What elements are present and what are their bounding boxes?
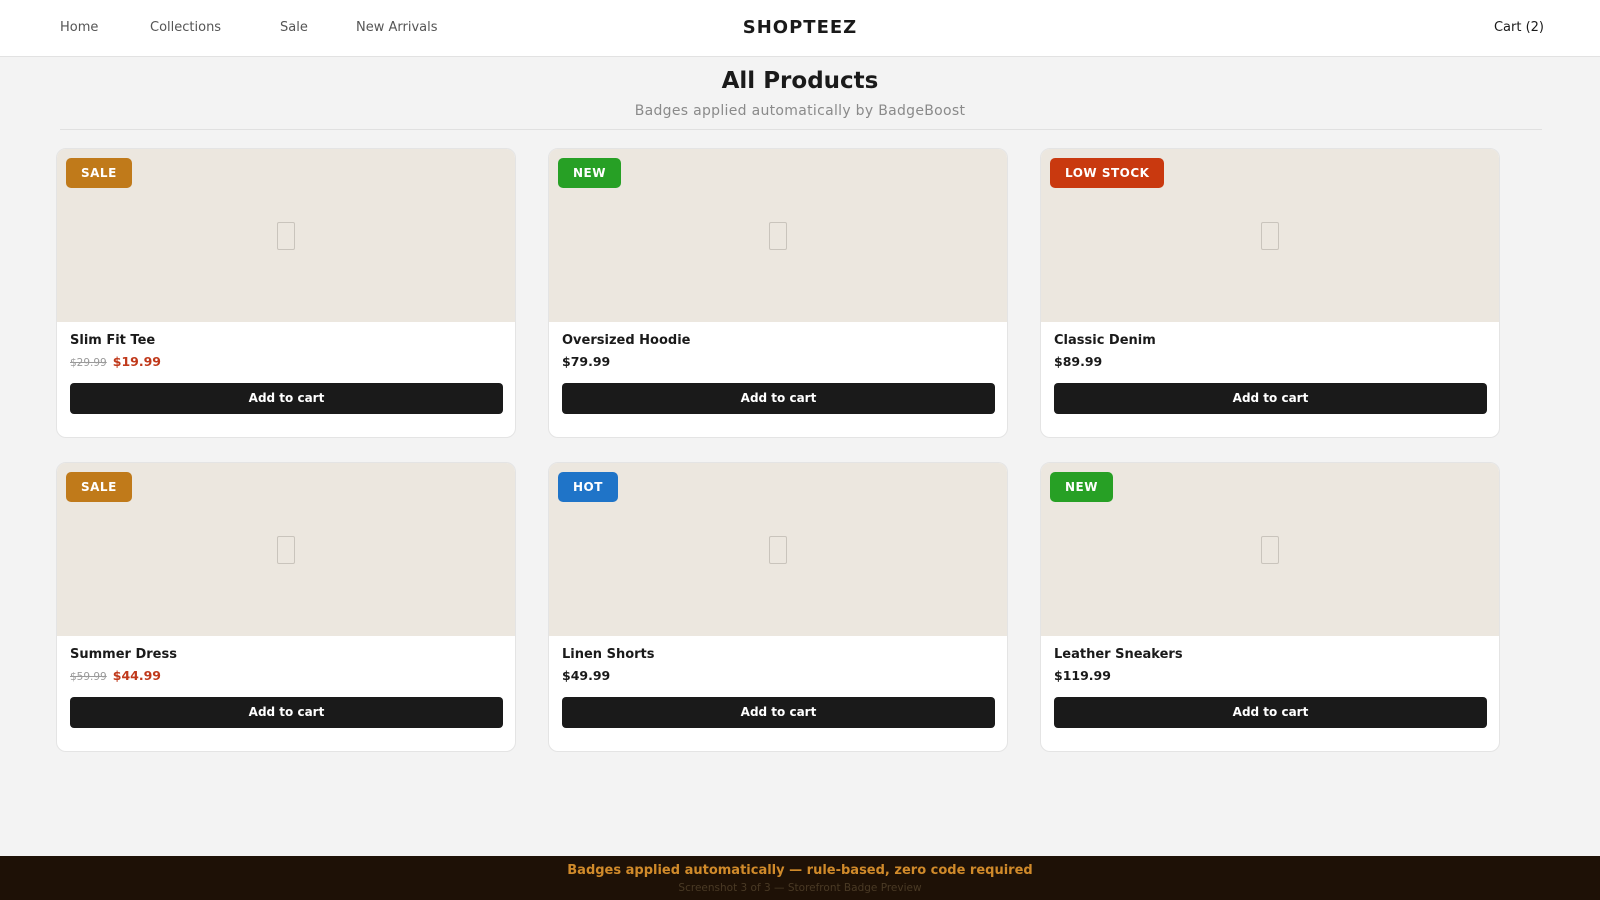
product-name[interactable]: Summer Dress xyxy=(70,646,502,664)
nav-link-home[interactable]: Home xyxy=(60,20,98,35)
heading-divider xyxy=(60,129,1542,130)
product-name[interactable]: Linen Shorts xyxy=(562,646,994,664)
original-price: $59.99 xyxy=(70,671,107,683)
product-name[interactable]: Classic Denim xyxy=(1054,332,1486,350)
price-row: $29.99 $19.99 xyxy=(70,353,502,371)
image-placeholder-icon xyxy=(277,221,295,250)
current-price: $44.99 xyxy=(112,668,161,683)
image-placeholder-icon xyxy=(769,535,787,564)
product-card: SALE Summer Dress $59.99 $44.99 Add to ca… xyxy=(56,462,516,752)
cart-link[interactable]: Cart (2) xyxy=(1494,20,1544,35)
image-placeholder-icon xyxy=(1261,221,1279,250)
product-image[interactable]: LOW STOCK xyxy=(1041,149,1499,322)
product-card: HOT Linen Shorts $49.99 Add to cart xyxy=(548,462,1008,752)
price-row: $79.99 xyxy=(562,353,994,371)
current-price: $19.99 xyxy=(112,354,161,369)
product-image[interactable]: HOT xyxy=(549,463,1007,636)
product-image[interactable]: SALE xyxy=(57,463,515,636)
price-row: $49.99 xyxy=(562,667,994,685)
nav-link-sale[interactable]: Sale xyxy=(280,20,308,35)
product-name[interactable]: Slim Fit Tee xyxy=(70,332,502,350)
product-badge: SALE xyxy=(66,472,132,502)
add-to-cart-button[interactable]: Add to cart xyxy=(562,383,995,414)
current-price: $119.99 xyxy=(1054,668,1111,683)
product-image[interactable]: NEW xyxy=(1041,463,1499,636)
image-placeholder-icon xyxy=(769,221,787,250)
product-image[interactable]: SALE xyxy=(57,149,515,322)
product-badge: NEW xyxy=(1050,472,1113,502)
product-badge: SALE xyxy=(66,158,132,188)
original-price: $29.99 xyxy=(70,357,107,369)
product-card: NEW Leather Sneakers $119.99 Add to cart xyxy=(1040,462,1500,752)
product-card: SALE Slim Fit Tee $29.99 $19.99 Add to ca… xyxy=(56,148,516,438)
promo-footer-banner: Badges applied automatically — rule-base… xyxy=(0,856,1600,900)
footer-caption: Screenshot 3 of 3 — Storefront Badge Pre… xyxy=(678,882,922,894)
add-to-cart-button[interactable]: Add to cart xyxy=(1054,697,1487,728)
nav-link-collections[interactable]: Collections xyxy=(150,20,221,35)
image-placeholder-icon xyxy=(277,535,295,564)
product-grid: SALE Slim Fit Tee $29.99 $19.99 Add to ca… xyxy=(56,148,1500,752)
top-navigation-bar: Home Collections Sale New Arrivals SHOPT… xyxy=(0,0,1600,57)
image-placeholder-icon xyxy=(1261,535,1279,564)
product-name[interactable]: Oversized Hoodie xyxy=(562,332,994,350)
add-to-cart-button[interactable]: Add to cart xyxy=(1054,383,1487,414)
product-image[interactable]: NEW xyxy=(549,149,1007,322)
price-row: $89.99 xyxy=(1054,353,1486,371)
product-badge: HOT xyxy=(558,472,618,502)
page-title: All Products xyxy=(721,68,879,94)
current-price: $89.99 xyxy=(1054,354,1103,369)
product-badge: LOW STOCK xyxy=(1050,158,1165,188)
product-card: LOW STOCK Classic Denim $89.99 Add to ca… xyxy=(1040,148,1500,438)
current-price: $49.99 xyxy=(562,668,611,683)
product-name[interactable]: Leather Sneakers xyxy=(1054,646,1486,664)
store-logo: SHOPTEEZ xyxy=(742,17,858,38)
add-to-cart-button[interactable]: Add to cart xyxy=(70,383,503,414)
page-subtitle: Badges applied automatically by BadgeBoo… xyxy=(634,103,966,119)
product-badge: NEW xyxy=(558,158,621,188)
footer-tagline: Badges applied automatically — rule-base… xyxy=(567,863,1033,878)
nav-link-new-arrivals[interactable]: New Arrivals xyxy=(356,20,438,35)
current-price: $79.99 xyxy=(562,354,611,369)
add-to-cart-button[interactable]: Add to cart xyxy=(70,697,503,728)
product-card: NEW Oversized Hoodie $79.99 Add to cart xyxy=(548,148,1008,438)
price-row: $119.99 xyxy=(1054,667,1486,685)
add-to-cart-button[interactable]: Add to cart xyxy=(562,697,995,728)
price-row: $59.99 $44.99 xyxy=(70,667,502,685)
